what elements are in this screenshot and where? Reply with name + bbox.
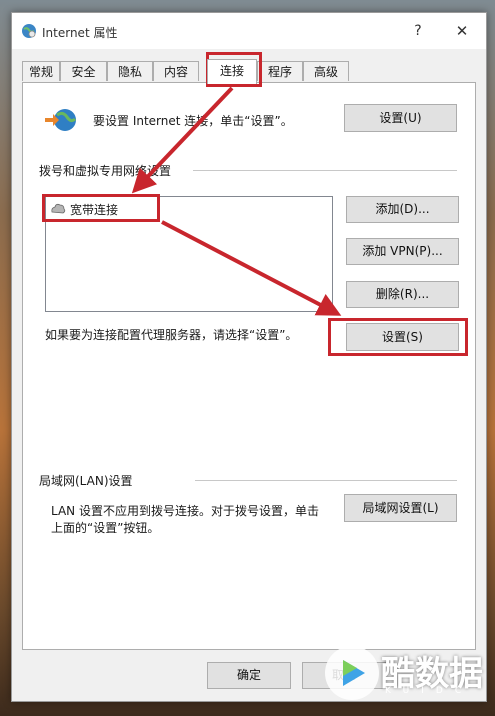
lan-info-line2: 上面的“设置”按钮。 [51, 521, 160, 535]
tab-advanced[interactable]: 高级 [303, 61, 349, 81]
tab-security[interactable]: 安全 [60, 61, 107, 81]
tab-programs[interactable]: 程序 [257, 61, 303, 81]
close-button[interactable]: ✕ [452, 21, 472, 41]
remove-button[interactable]: 删除(R)... [346, 281, 459, 308]
watermark-logo: 酷数据 KUIDC [325, 642, 485, 702]
internet-properties-dialog: Internet 属性 ? ✕ 常规 安全 隐私 内容 连接 程序 高级 要设置… [11, 12, 487, 702]
annotation-box-settings [328, 318, 468, 356]
setup-button[interactable]: 设置(U) [344, 104, 457, 132]
lan-info-line1: LAN 设置不应用到拨号连接。对于拨号设置，单击 [51, 504, 319, 518]
lan-heading: 局域网(LAN)设置 [39, 474, 133, 488]
add-vpn-button[interactable]: 添加 VPN(P)... [346, 238, 459, 265]
lan-settings-button[interactable]: 局域网设置(L) [344, 494, 457, 522]
lan-divider [195, 480, 457, 481]
dialup-divider [193, 170, 457, 171]
tab-content[interactable]: 内容 [153, 61, 199, 81]
connections-panel: 要设置 Internet 连接，单击“设置”。 设置(U) 拨号和虚拟专用网络设… [22, 82, 476, 650]
watermark-subtext: KUIDC [385, 686, 474, 696]
tab-privacy[interactable]: 隐私 [107, 61, 153, 81]
internet-globe-icon [22, 24, 36, 38]
help-button[interactable]: ? [408, 21, 428, 41]
setup-instruction: 要设置 Internet 连接，单击“设置”。 [93, 114, 293, 128]
title-bar: Internet 属性 ? ✕ [12, 13, 486, 49]
tab-general[interactable]: 常规 [22, 61, 60, 81]
tab-connections[interactable]: 连接 [207, 59, 257, 84]
watermark-play-icon [325, 646, 379, 700]
ok-button[interactable]: 确定 [207, 662, 291, 689]
proxy-instruction: 如果要为连接配置代理服务器，请选择“设置”。 [45, 328, 298, 342]
dialup-heading: 拨号和虚拟专用网络设置 [39, 164, 172, 178]
window-title: Internet 属性 [42, 26, 118, 40]
annotation-box-connection [42, 194, 160, 222]
add-button[interactable]: 添加(D)... [346, 196, 459, 223]
connection-wizard-icon [45, 109, 77, 131]
